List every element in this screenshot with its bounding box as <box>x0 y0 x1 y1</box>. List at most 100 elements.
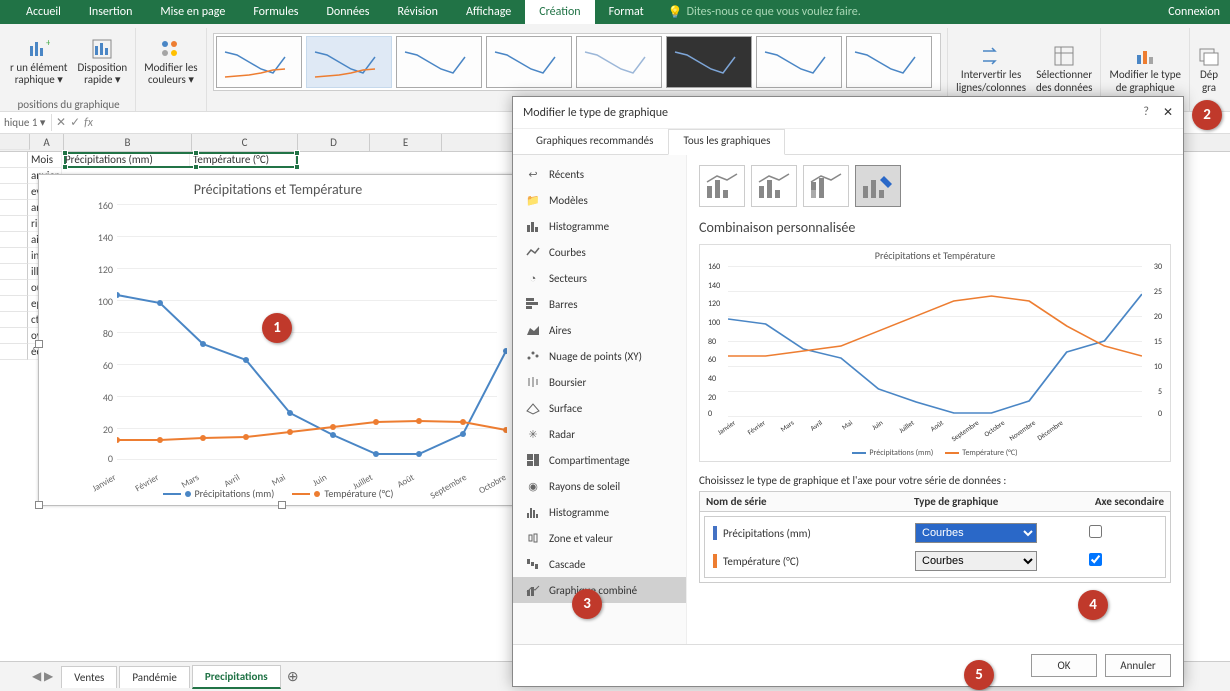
col-header-C[interactable]: C <box>192 134 298 151</box>
add-chart-element-button[interactable]: + r un élément raphique ▾ <box>8 36 69 88</box>
row-header[interactable] <box>0 200 28 216</box>
dialog-tab-recommended[interactable]: Graphiques recommandés <box>521 129 668 155</box>
subtype-1[interactable] <box>699 165 745 207</box>
name-box[interactable]: hique 1 ▾ <box>0 114 52 131</box>
subtype-2[interactable] <box>751 165 797 207</box>
style-thumb-1[interactable] <box>216 36 302 88</box>
dialog-tab-all[interactable]: Tous les graphiques <box>668 129 785 155</box>
ct-templates[interactable]: 📁Modèles <box>513 187 686 213</box>
style-thumb-7[interactable] <box>756 36 842 88</box>
ct-pie[interactable]: ◔Secteurs <box>513 265 686 291</box>
series-row-temp: Température (°C) Courbes <box>705 547 1165 575</box>
series-type-select-temp[interactable]: Courbes <box>915 551 1037 571</box>
ct-waterfall[interactable]: Cascade <box>513 551 686 577</box>
ok-button[interactable]: OK <box>1031 654 1097 677</box>
change-chart-type-button[interactable]: Modifier le type de graphique <box>1107 43 1183 95</box>
step-3-marker: 3 <box>572 589 602 619</box>
ribbon-tab-format[interactable]: Format <box>595 0 658 24</box>
y1-tick: 40 <box>708 374 716 384</box>
ct-boxwhisker[interactable]: Zone et valeur <box>513 525 686 551</box>
col-header-A[interactable]: A <box>30 134 64 151</box>
help-icon[interactable]: ? <box>1143 105 1149 120</box>
dialog-titlebar[interactable]: Modifier le type de graphique ? ✕ <box>513 97 1183 129</box>
style-thumb-8[interactable] <box>846 36 932 88</box>
row-header[interactable] <box>0 344 28 360</box>
row-header[interactable] <box>0 168 28 184</box>
select-data-button[interactable]: Sélectionner des données <box>1034 43 1094 95</box>
chart-styles-gallery[interactable] <box>213 33 942 91</box>
cell-C1[interactable]: Température (°C) <box>190 152 296 168</box>
row-header[interactable] <box>0 232 28 248</box>
ct-stock[interactable]: Boursier <box>513 369 686 395</box>
style-thumb-6[interactable] <box>666 36 752 88</box>
quick-layout-button[interactable]: Disposition rapide ▾ <box>75 36 129 88</box>
login-link[interactable]: Connexion <box>1158 0 1230 24</box>
ribbon-tab-insert[interactable]: Insertion <box>75 0 147 24</box>
row-header[interactable] <box>0 312 28 328</box>
row-header[interactable] <box>0 152 28 168</box>
row-header[interactable] <box>0 248 28 264</box>
px-tick: Avril <box>808 418 824 433</box>
chart-title[interactable]: Précipitations et Température <box>39 175 517 200</box>
style-thumb-2[interactable] <box>306 36 392 88</box>
new-sheet-button[interactable]: ⊕ <box>283 667 303 687</box>
ct-area[interactable]: Aires <box>513 317 686 343</box>
col-header-D[interactable]: D <box>298 134 370 151</box>
ct-sunburst[interactable]: ◉Rayons de soleil <box>513 473 686 499</box>
col-header-B[interactable]: B <box>64 134 192 151</box>
legend-label: Précipitations (mm) <box>195 487 275 500</box>
ct-surface[interactable]: Surface <box>513 395 686 421</box>
cancel-formula-icon[interactable]: ✕ <box>56 115 66 130</box>
change-colors-icon <box>160 38 182 60</box>
chart-plot-area[interactable]: 160 140 120 100 80 60 40 20 0 Janvier Fé… <box>77 204 507 459</box>
cell-A1[interactable]: Mois <box>28 152 62 168</box>
ribbon-tab-review[interactable]: Révision <box>383 0 451 24</box>
style-thumb-3[interactable] <box>396 36 482 88</box>
row-header[interactable] <box>0 184 28 200</box>
switch-row-column-button[interactable]: Intervertir les lignes/colonnes <box>954 43 1028 95</box>
sheet-nav[interactable]: ◀ ▶ <box>32 669 53 684</box>
series-axis-checkbox-precip[interactable] <box>1089 525 1102 538</box>
ct-histogram2[interactable]: Histogramme <box>513 499 686 525</box>
ct-scatter[interactable]: Nuage de points (XY) <box>513 343 686 369</box>
ribbon-tab-home[interactable]: Accueil <box>12 0 75 24</box>
sheet-tab-precipitations[interactable]: Precipitations <box>192 665 281 689</box>
confirm-formula-icon[interactable]: ✓ <box>70 115 80 130</box>
subtype-custom[interactable] <box>855 165 901 207</box>
cell-B1[interactable]: Précipitations (mm) <box>62 152 190 168</box>
cancel-button[interactable]: Annuler <box>1105 654 1171 677</box>
ct-histogram[interactable]: Histogramme <box>513 213 686 239</box>
preview-chart[interactable]: Précipitations et Température 160 140 12… <box>699 244 1171 462</box>
change-colors-button[interactable]: Modifier les couleurs ▾ <box>142 36 199 88</box>
ct-line[interactable]: Courbes <box>513 239 686 265</box>
px-tick: Juillet <box>897 418 916 435</box>
ribbon-tab-view[interactable]: Affichage <box>452 0 525 24</box>
series-axis-checkbox-temp[interactable] <box>1089 553 1102 566</box>
ct-radar[interactable]: ✳Radar <box>513 421 686 447</box>
fx-icon[interactable]: fx <box>84 116 93 130</box>
ribbon-tab-layout[interactable]: Mise en page <box>146 0 239 24</box>
row-header[interactable] <box>0 264 28 280</box>
style-thumb-4[interactable] <box>486 36 572 88</box>
row-header[interactable] <box>0 280 28 296</box>
col-header-E[interactable]: E <box>370 134 442 151</box>
row-header[interactable] <box>0 216 28 232</box>
ribbon-tab-design[interactable]: Création <box>525 0 594 24</box>
tell-me-prompt[interactable]: 💡 Dites-nous ce que vous voulez faire. <box>668 0 1159 24</box>
series-type-select-precip[interactable]: Courbes <box>915 523 1037 543</box>
ct-treemap[interactable]: Compartimentage <box>513 447 686 473</box>
select-all-corner[interactable] <box>0 134 30 150</box>
row-header[interactable] <box>0 296 28 312</box>
ribbon-tab-formulas[interactable]: Formules <box>239 0 312 24</box>
sheet-tab-ventes[interactable]: Ventes <box>61 666 117 688</box>
style-thumb-5[interactable] <box>576 36 662 88</box>
row-header[interactable] <box>0 328 28 344</box>
subtype-3[interactable] <box>803 165 849 207</box>
sheet-tab-pandemie[interactable]: Pandémie <box>119 666 190 688</box>
close-icon[interactable]: ✕ <box>1163 105 1173 120</box>
ct-recent[interactable]: ↩Récents <box>513 161 686 187</box>
ct-bar[interactable]: Barres <box>513 291 686 317</box>
move-chart-button[interactable]: Dép gra <box>1196 43 1222 95</box>
ribbon-tab-data[interactable]: Données <box>313 0 384 24</box>
radar-chart-icon: ✳ <box>525 426 541 442</box>
